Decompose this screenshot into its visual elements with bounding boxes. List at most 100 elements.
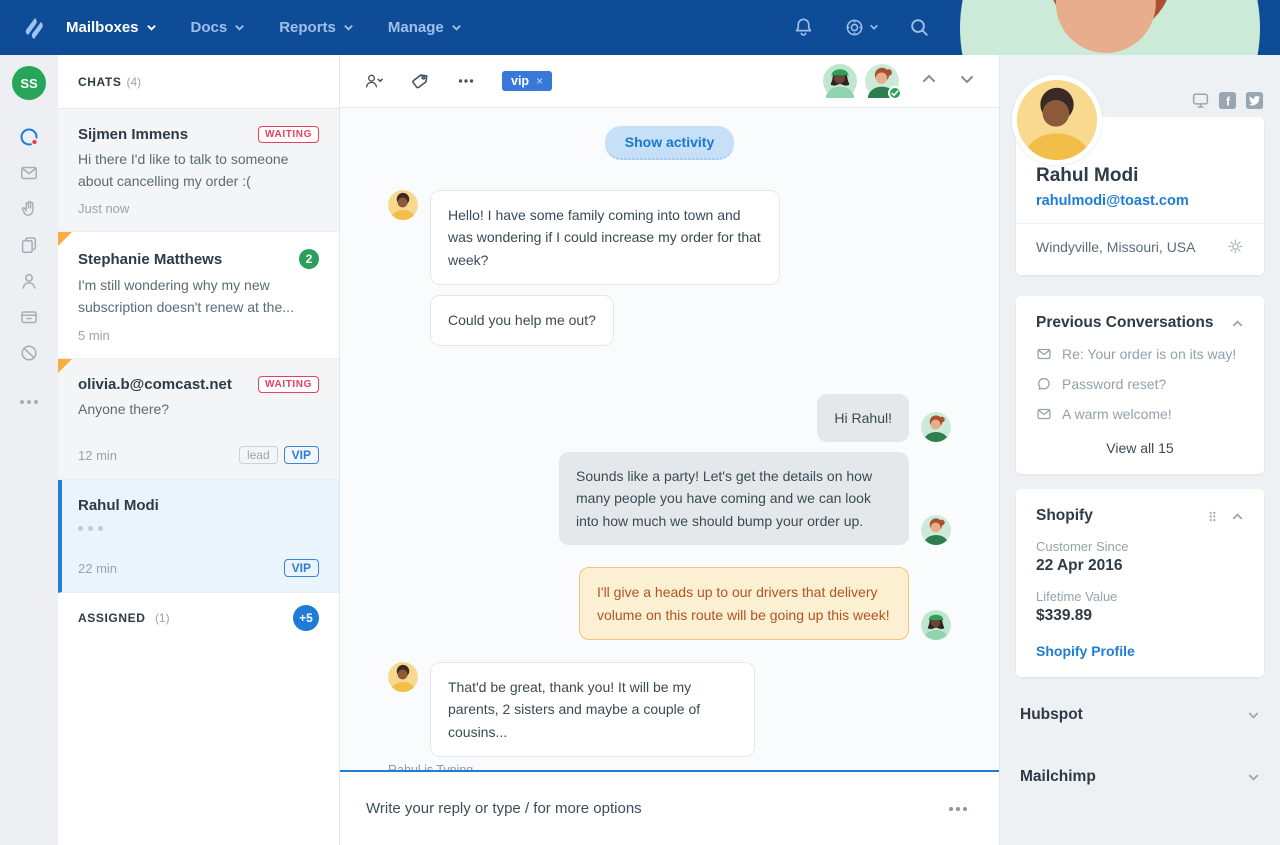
more-ellipsis-icon[interactable] xyxy=(20,400,38,404)
reply-composer xyxy=(340,770,999,845)
mailchimp-section-toggle[interactable]: Mailchimp xyxy=(1016,753,1264,801)
facebook-icon[interactable]: f xyxy=(1218,91,1237,110)
nav-item-docs[interactable]: Docs xyxy=(191,19,246,36)
vip-tag: VIP xyxy=(284,559,319,577)
chat-bubble-icon xyxy=(1036,376,1052,392)
agent-avatar xyxy=(921,610,951,640)
chevron-down-icon xyxy=(451,22,462,33)
workspace-avatar[interactable]: SS xyxy=(12,66,46,100)
customer-sidebar: f Rahul Modi rahulmodi@toast.com Windyvi… xyxy=(1000,55,1280,845)
previous-conversation-item[interactable]: A warm welcome! xyxy=(1036,406,1244,422)
field-label: Lifetime Value xyxy=(1036,589,1244,604)
field-value: $339.89 xyxy=(1036,607,1244,625)
conversation-panel: vip × xyxy=(340,55,1000,845)
previous-conversation-item[interactable]: Re: Your order is on its way! xyxy=(1036,346,1244,362)
nav-item-manage[interactable]: Manage xyxy=(388,19,462,36)
message-thread: Show activity Hello! I have some family … xyxy=(340,108,999,770)
field-value: 22 Apr 2016 xyxy=(1036,557,1244,575)
bell-icon[interactable] xyxy=(793,17,814,38)
chat-item-preview: I'm still wondering why my new subscript… xyxy=(78,275,319,318)
gear-icon[interactable] xyxy=(1227,238,1244,255)
message-row: Sounds like a party! Let's get the detai… xyxy=(388,452,951,545)
customer-name: Rahul Modi xyxy=(1036,165,1244,187)
composer-options-icon[interactable] xyxy=(943,801,973,817)
conversation-label: Password reset? xyxy=(1062,376,1166,392)
divider xyxy=(1016,223,1264,224)
archive-box-icon[interactable] xyxy=(18,306,40,328)
copy-pages-icon[interactable] xyxy=(18,234,40,256)
chats-title: CHATS xyxy=(78,75,121,89)
chat-list-item-olivia[interactable]: olivia.b@comcast.net WAITING Anyone ther… xyxy=(58,359,339,481)
chat-item-preview: Anyone there? xyxy=(78,399,319,421)
drag-grid-icon[interactable] xyxy=(1206,510,1219,523)
remove-tag-icon[interactable]: × xyxy=(536,74,543,88)
person-icon[interactable] xyxy=(18,270,40,292)
nav-item-reports[interactable]: Reports xyxy=(279,19,354,36)
chat-list-panel: CHATS (4) Sijmen Immens WAITING Hi there… xyxy=(58,55,340,845)
customer-location: Windyville, Missouri, USA xyxy=(1036,239,1195,255)
conversation-toolbar: vip × xyxy=(340,55,999,108)
conversation-label: A warm welcome! xyxy=(1062,406,1172,422)
chat-item-time: 12 min xyxy=(78,448,117,463)
vip-tag: VIP xyxy=(284,446,319,464)
mail-icon xyxy=(1036,346,1052,362)
nav-item-label: Manage xyxy=(388,19,444,36)
view-all-link[interactable]: View all 15 xyxy=(1036,440,1244,456)
collapse-chevron-up-icon[interactable] xyxy=(1231,510,1244,523)
nav-item-label: Docs xyxy=(191,19,228,36)
reply-input[interactable] xyxy=(366,800,943,817)
chat-list-item-sijmen[interactable]: Sijmen Immens WAITING Hi there I'd like … xyxy=(58,109,339,232)
raised-hand-icon[interactable] xyxy=(18,198,40,220)
twitter-icon[interactable] xyxy=(1245,91,1264,110)
conversation-label: Re: Your order is on its way! xyxy=(1062,346,1236,362)
tag-icon[interactable] xyxy=(410,71,430,91)
assigned-count: (1) xyxy=(155,611,170,625)
customer-email-link[interactable]: rahulmodi@toast.com xyxy=(1036,193,1244,209)
customer-profile-avatar[interactable] xyxy=(1012,75,1102,165)
customer-message-bubble: Could you help me out? xyxy=(430,295,614,345)
helpscout-logo-icon[interactable] xyxy=(20,13,50,43)
hubspot-title: Hubspot xyxy=(1020,706,1083,724)
chat-item-time: Just now xyxy=(78,201,129,216)
hubspot-section-toggle[interactable]: Hubspot xyxy=(1016,691,1264,739)
nav-item-mailboxes[interactable]: Mailboxes xyxy=(66,19,157,36)
chip-label: vip xyxy=(511,74,529,88)
participant-avatar-agent1[interactable] xyxy=(865,64,899,98)
vip-tag-chip[interactable]: vip × xyxy=(502,71,552,91)
chevron-down-icon xyxy=(869,19,879,37)
customer-avatar xyxy=(388,662,418,692)
message-row: Hi Rahul! xyxy=(388,394,951,442)
chat-item-name: olivia.b@comcast.net xyxy=(78,376,232,393)
blocked-icon[interactable] xyxy=(18,342,40,364)
unread-count-badge: 2 xyxy=(299,249,319,269)
show-activity-button[interactable]: Show activity xyxy=(605,126,734,160)
shopify-profile-link[interactable]: Shopify Profile xyxy=(1036,643,1244,659)
chat-widget-icon[interactable] xyxy=(1191,91,1210,110)
agent-message-bubble: Sounds like a party! Let's get the detai… xyxy=(559,452,909,545)
previous-conversation-chevron-up-icon[interactable] xyxy=(921,71,937,92)
message-row: I'll give a heads up to our drivers that… xyxy=(388,567,951,640)
participant-avatar-agent2[interactable] xyxy=(823,64,857,98)
nav-menu: Mailboxes Docs Reports Manage xyxy=(66,19,462,36)
agent-message-bubble: Hi Rahul! xyxy=(817,394,909,442)
left-icon-rail: SS xyxy=(0,55,58,845)
assign-person-icon[interactable] xyxy=(364,71,384,91)
collapse-chevron-up-icon[interactable] xyxy=(1231,317,1244,330)
search-icon[interactable] xyxy=(909,17,930,38)
next-conversation-chevron-down-icon[interactable] xyxy=(959,71,975,92)
top-nav: Mailboxes Docs Reports Manage xyxy=(0,0,1280,55)
customer-message-bubble: That'd be great, thank you! It will be m… xyxy=(430,662,755,757)
envelope-icon[interactable] xyxy=(18,162,40,184)
more-ellipsis-icon[interactable] xyxy=(456,71,476,91)
assigned-section-header[interactable]: ASSIGNED (1) +5 xyxy=(58,593,339,643)
nav-item-label: Mailboxes xyxy=(66,19,139,36)
previous-conversation-item[interactable]: Password reset? xyxy=(1036,376,1244,392)
help-ring-icon[interactable] xyxy=(844,17,879,38)
beacon-chat-icon[interactable] xyxy=(18,126,40,148)
chats-count: (4) xyxy=(126,75,141,89)
chat-list-item-stephanie[interactable]: Stephanie Matthews 2 I'm still wondering… xyxy=(58,232,339,358)
chevron-down-icon xyxy=(146,22,157,33)
chat-list-item-rahul-selected[interactable]: Rahul Modi 22 min VIP xyxy=(58,480,339,593)
chats-section-header: CHATS (4) xyxy=(58,55,339,109)
chat-item-time: 5 min xyxy=(78,328,110,343)
